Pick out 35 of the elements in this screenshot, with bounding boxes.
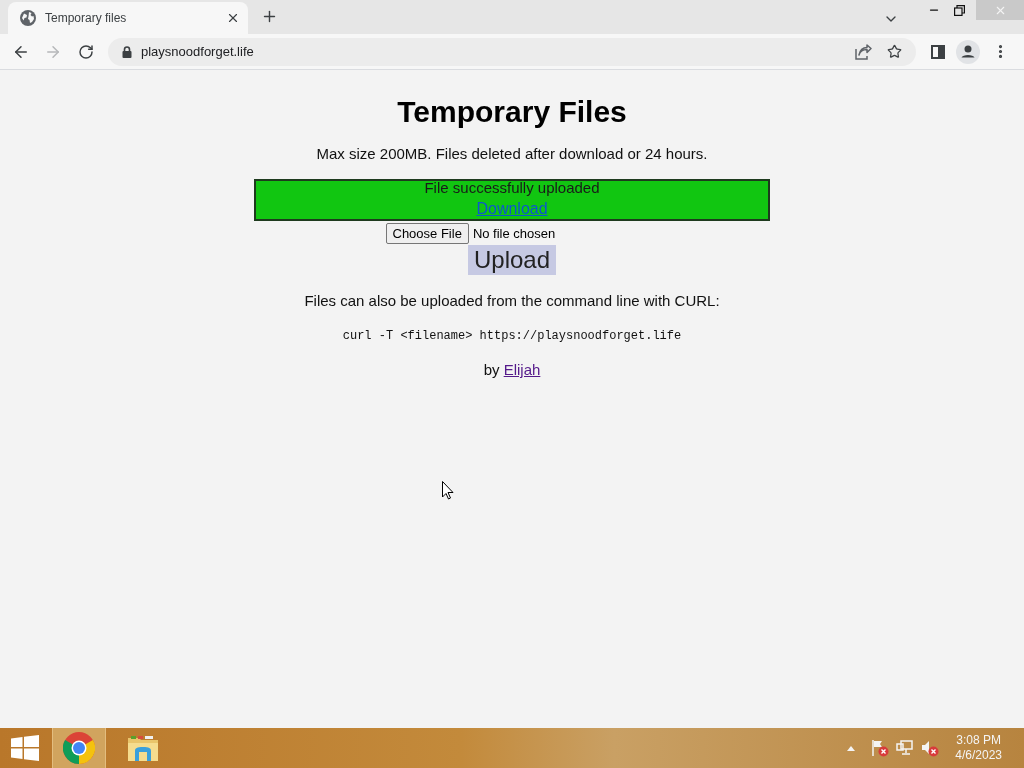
- address-bar[interactable]: playsnoodforget.life: [108, 37, 916, 66]
- windows-start-icon[interactable]: [11, 735, 39, 761]
- upload-button[interactable]: Upload: [467, 245, 557, 275]
- globe-icon: [20, 10, 36, 26]
- page-heading: Temporary Files: [397, 94, 627, 130]
- chrome-logo-icon: [63, 732, 95, 764]
- bookmark-star-icon[interactable]: [887, 44, 902, 59]
- size-limit-text: Max size 200MB. Files deleted after download or 24 hours.: [316, 144, 708, 164]
- speaker-icon[interactable]: [921, 739, 940, 757]
- show-hidden-icons-icon[interactable]: [847, 745, 856, 751]
- url-text: playsnoodforget.life: [141, 42, 255, 61]
- author-link[interactable]: Elijah: [503, 361, 541, 378]
- file-status-text: No file chosen: [472, 224, 556, 243]
- side-panel-icon[interactable]: [931, 44, 945, 59]
- restore-icon[interactable]: [954, 4, 965, 16]
- close-tab-icon[interactable]: [226, 11, 240, 25]
- tab-title: Temporary files: [45, 10, 128, 27]
- mouse-pointer-icon: [442, 481, 454, 500]
- clock-time: 3:08 PM: [956, 733, 1001, 748]
- share-icon[interactable]: [855, 43, 872, 60]
- browser-taskbar-button[interactable]: [52, 728, 106, 768]
- new-tab-icon[interactable]: [261, 8, 278, 25]
- folder-icon: [127, 733, 159, 763]
- credit-line: by Elijah: [483, 360, 541, 380]
- curl-info-text: Files can also be uploaded from the command line with CURL:: [304, 291, 720, 311]
- curl-command: curl -T <filename> https://playsnoodforget.life: [342, 328, 682, 344]
- profile-avatar-icon[interactable]: [956, 39, 980, 64]
- network-icon[interactable]: [896, 739, 915, 757]
- reload-icon[interactable]: [78, 43, 94, 60]
- lock-icon: [122, 45, 132, 58]
- clock-date: 4/6/2023: [955, 748, 1002, 763]
- choose-file-button[interactable]: Choose File: [385, 223, 469, 244]
- flag-icon[interactable]: [871, 739, 890, 757]
- success-message: File successfully uploaded: [424, 179, 600, 197]
- browser-tab[interactable]: Temporary files: [8, 2, 248, 34]
